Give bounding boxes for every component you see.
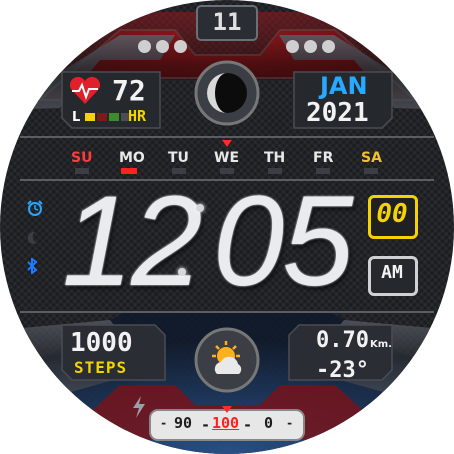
- colon-dot-bottom: [178, 268, 186, 276]
- alarm-icon: [27, 200, 43, 216]
- battery-dash-left: -: [160, 416, 168, 430]
- weekday-fr: FR: [313, 150, 334, 166]
- colon-dot-top: [196, 204, 204, 212]
- year: 2021: [306, 98, 369, 128]
- distance-unit: Km.: [370, 339, 392, 350]
- hr-level-prefix: L: [72, 110, 81, 125]
- weekday-mo: MO: [119, 150, 145, 166]
- steps-value: 1000: [70, 328, 133, 358]
- sun-cloud-icon: [212, 341, 242, 374]
- day-of-month: 11: [212, 8, 242, 36]
- bolt-icon: [133, 396, 145, 418]
- weekday-we: WE: [214, 150, 240, 166]
- ampm: AM: [381, 262, 403, 283]
- hr-unit: HR: [128, 107, 147, 125]
- seconds: 00: [376, 199, 408, 229]
- battery-dash-end: -: [286, 416, 294, 430]
- weekday-tu: TU: [168, 150, 189, 166]
- battery-label-left: 90: [174, 414, 193, 432]
- distance-value: 0.70: [316, 328, 369, 353]
- weekday-sa: SA: [361, 150, 382, 166]
- temperature: -23°: [316, 358, 369, 383]
- moon-phase-icon: [207, 73, 247, 113]
- battery-dash-mid: -: [201, 416, 211, 434]
- month: JAN: [320, 72, 368, 100]
- battery-label-right: 0: [264, 414, 274, 432]
- battery-value: 100: [212, 414, 240, 432]
- watch-face: 11 72 L HR JAN 2021 SU MO TU WE TH FR SA…: [0, 0, 454, 454]
- moon-icon: [27, 231, 37, 244]
- steps-label: STEPS: [74, 358, 128, 377]
- minute: 05: [213, 170, 353, 313]
- heart-icon: [69, 76, 101, 104]
- battery-dash-right: -: [243, 416, 253, 434]
- bluetooth-icon: [27, 258, 38, 274]
- heart-rate-value: 72: [112, 74, 146, 107]
- weekday-su: SU: [71, 150, 93, 166]
- hour: 12: [62, 170, 202, 313]
- weekday-th: TH: [264, 150, 286, 166]
